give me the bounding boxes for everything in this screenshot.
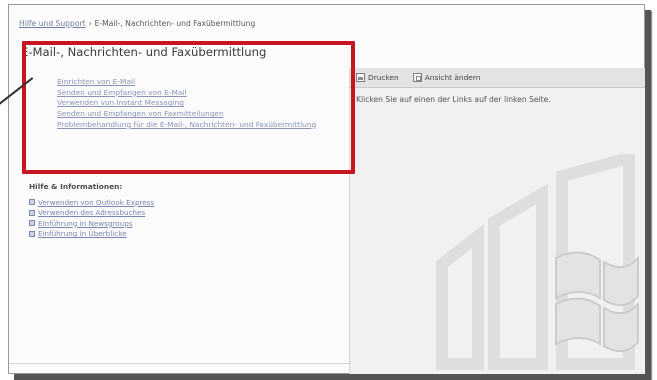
panel-instructions: Klicken Sie auf einen der Links auf der …: [356, 95, 551, 104]
info-link-newsgroups[interactable]: Einführung in Newsgroups: [38, 219, 133, 228]
panel-toolbar: Drucken Ansicht ändern: [350, 68, 645, 88]
view-icon: [412, 73, 422, 82]
info-item[interactable]: Verwenden von Outlook Express: [29, 197, 154, 208]
info-item[interactable]: Verwenden des Adressbuches: [29, 208, 154, 219]
bullet-icon: [29, 199, 35, 206]
info-link-outlook-express[interactable]: Verwenden von Outlook Express: [38, 198, 154, 207]
page-title: E-Mail-, Nachrichten- und Faxübermittlun…: [21, 45, 267, 59]
info-link-address-book[interactable]: Verwenden des Adressbuches: [38, 208, 145, 217]
bottom-divider: [9, 363, 349, 364]
task-link-instant-messaging[interactable]: Verwenden von Instant Messaging: [57, 98, 327, 109]
task-link-send-receive-email[interactable]: Senden und Empfangen von E-Mail: [57, 88, 327, 99]
bullet-icon: [29, 220, 35, 227]
printer-icon: [356, 73, 365, 82]
task-link-email-setup[interactable]: Einrichten von E-Mail: [57, 77, 327, 88]
breadcrumb-home-link[interactable]: Hilfe und Support: [19, 19, 86, 28]
info-heading: Hilfe & Informationen:: [29, 182, 123, 191]
content-panel: Drucken Ansicht ändern Klicken Sie auf e…: [349, 68, 645, 374]
windows-logo-watermark-icon: [436, 154, 639, 370]
breadcrumb-separator: ›: [88, 19, 92, 28]
task-list: Einrichten von E-Mail Senden und Empfang…: [57, 77, 327, 131]
info-list: Verwenden von Outlook Express Verwenden …: [29, 197, 154, 239]
info-link-overviews[interactable]: Einführung in Überblicke: [38, 229, 127, 238]
bullet-icon: [29, 209, 35, 216]
bullet-icon: [29, 230, 35, 237]
print-label: Drucken: [368, 73, 399, 82]
change-view-label: Ansicht ändern: [424, 73, 481, 82]
info-item[interactable]: Einführung in Newsgroups: [29, 218, 154, 229]
task-link-fax[interactable]: Senden und Empfangen von Faxmitteilungen: [57, 109, 327, 120]
print-button[interactable]: Drucken: [356, 73, 399, 82]
help-window: Hilfe und Support › E-Mail-, Nachrichten- …: [8, 4, 645, 374]
breadcrumb: Hilfe und Support › E-Mail-, Nachrichten- …: [19, 19, 255, 28]
breadcrumb-current: E-Mail-, Nachrichten- und Faxübermittlun…: [94, 19, 256, 28]
info-item[interactable]: Einführung in Überblicke: [29, 229, 154, 240]
change-view-button[interactable]: Ansicht ändern: [412, 73, 481, 82]
task-link-troubleshooting[interactable]: Problembehandlung für die E-Mail-, Nachr…: [57, 120, 327, 131]
